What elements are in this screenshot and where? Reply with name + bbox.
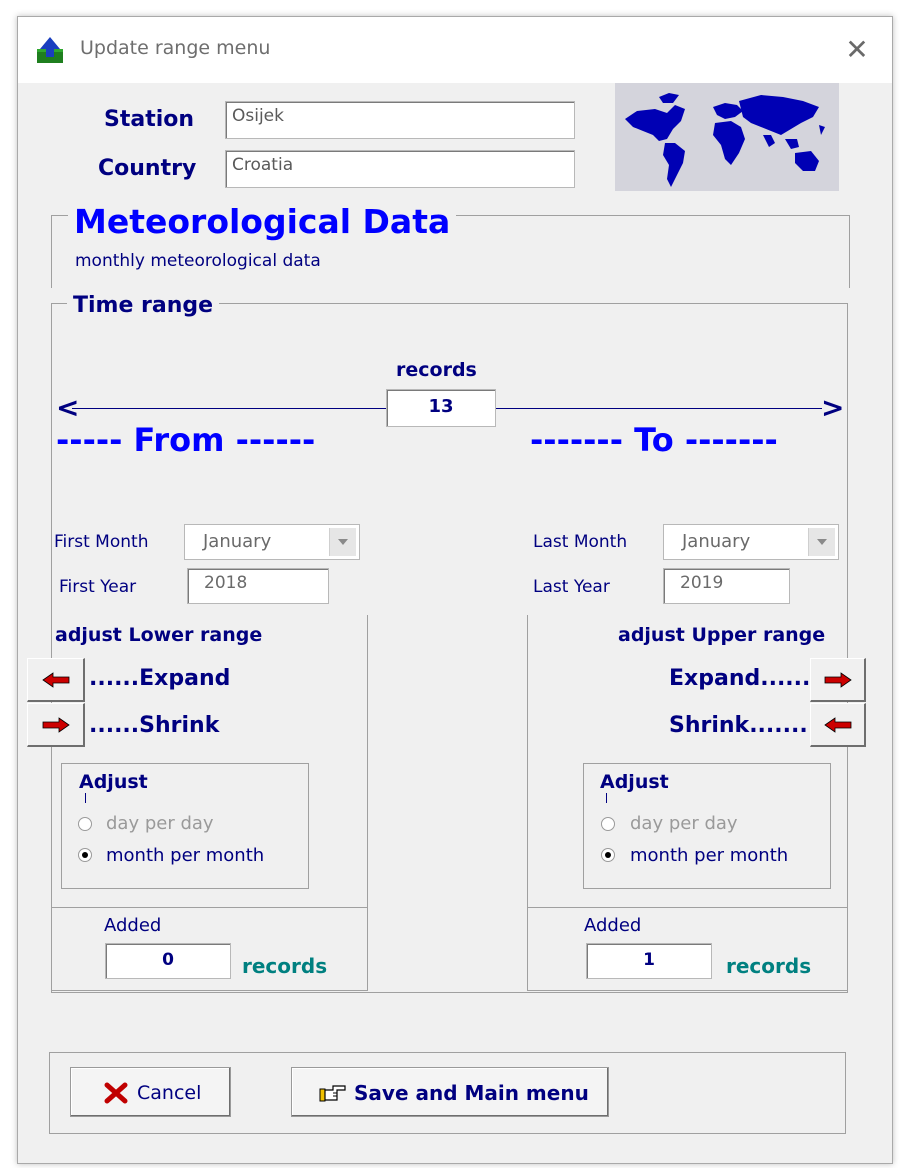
close-icon[interactable]: ✕	[838, 31, 876, 69]
right-arrow-icon: >	[821, 391, 845, 424]
lower-adjust-tick	[85, 793, 86, 803]
app-upload-icon	[37, 37, 63, 63]
pointing-hand-icon	[319, 1085, 346, 1102]
upper-day-radio[interactable]	[601, 817, 615, 831]
window-title: Update range menu	[80, 37, 271, 59]
met-subtitle: monthly meteorological data	[75, 251, 321, 271]
right-arrow-icon	[42, 717, 70, 733]
save-main-menu-button[interactable]: Save and Main menu	[291, 1067, 609, 1117]
upper-adjust-box-title: Adjust	[600, 771, 669, 793]
records-label: records	[396, 359, 477, 381]
upper-adjust-tick	[606, 793, 607, 803]
dialog-window: Update range menu ✕ Station Osijek Count…	[17, 16, 893, 1164]
upper-records-label: records	[726, 954, 812, 978]
lower-adjust-divider	[367, 615, 368, 907]
lower-shrink-label: ......Shrink	[89, 713, 220, 738]
station-field[interactable]: Osijek	[225, 101, 575, 139]
upper-expand-label: Expand......	[669, 666, 811, 691]
lower-day-radio[interactable]	[78, 817, 92, 831]
last-month-label: Last Month	[533, 532, 628, 552]
lower-added-label: Added	[104, 915, 162, 936]
world-map-icon	[615, 83, 839, 191]
last-month-value: January	[682, 531, 751, 552]
lower-shrink-button[interactable]	[27, 703, 85, 747]
upper-shrink-label: Shrink........	[669, 713, 817, 738]
upper-day-label: day per day	[630, 813, 738, 834]
last-year-field[interactable]: 2019	[663, 568, 790, 604]
upper-adjust-divider	[527, 615, 528, 907]
cancel-label: Cancel	[137, 1082, 202, 1104]
country-field[interactable]: Croatia	[225, 150, 575, 188]
lower-adjust-title: adjust Lower range	[55, 624, 263, 646]
first-year-label: First Year	[59, 577, 137, 597]
range-line-left	[72, 408, 386, 409]
lower-month-label: month per month	[106, 845, 265, 866]
first-year-field[interactable]: 2018	[187, 568, 329, 604]
upper-added-label: Added	[584, 915, 642, 936]
country-label: Country	[98, 156, 197, 181]
last-month-select[interactable]: January	[663, 524, 839, 560]
lower-added-field[interactable]: 0	[105, 943, 231, 979]
save-main-menu-label: Save and Main menu	[354, 1081, 589, 1105]
range-line-right	[496, 408, 822, 409]
lower-expand-label: ......Expand	[89, 666, 231, 691]
first-month-select[interactable]: January	[184, 524, 360, 560]
lower-adjust-box-title: Adjust	[79, 771, 148, 793]
lower-expand-button[interactable]	[27, 658, 85, 702]
upper-adjust-title: adjust Upper range	[618, 624, 826, 646]
upper-month-label: month per month	[630, 845, 789, 866]
left-arrow-icon	[824, 717, 852, 733]
from-label: ----- From ------	[56, 421, 316, 459]
upper-added-field[interactable]: 1	[586, 943, 712, 979]
first-month-value: January	[203, 531, 272, 552]
station-label: Station	[104, 107, 195, 132]
cancel-button[interactable]: Cancel	[70, 1067, 231, 1117]
first-month-label: First Month	[54, 532, 149, 552]
cancel-x-icon	[104, 1082, 128, 1104]
to-label: ------- To -------	[530, 421, 778, 459]
upper-month-radio[interactable]	[601, 848, 615, 862]
last-year-label: Last Year	[533, 577, 610, 597]
records-count-field[interactable]: 13	[386, 389, 496, 427]
time-range-title: Time range	[67, 293, 220, 318]
chevron-down-icon[interactable]	[808, 528, 835, 556]
lower-day-label: day per day	[106, 813, 214, 834]
lower-month-radio[interactable]	[78, 848, 92, 862]
left-arrow-icon	[42, 672, 70, 688]
title-bar: Update range menu ✕	[18, 17, 892, 83]
upper-shrink-button[interactable]	[810, 703, 866, 747]
chevron-down-icon[interactable]	[329, 528, 356, 556]
upper-expand-button[interactable]	[810, 658, 866, 702]
met-title: Meteorological Data	[68, 202, 457, 241]
right-arrow-icon	[824, 672, 852, 688]
lower-records-label: records	[242, 954, 328, 978]
